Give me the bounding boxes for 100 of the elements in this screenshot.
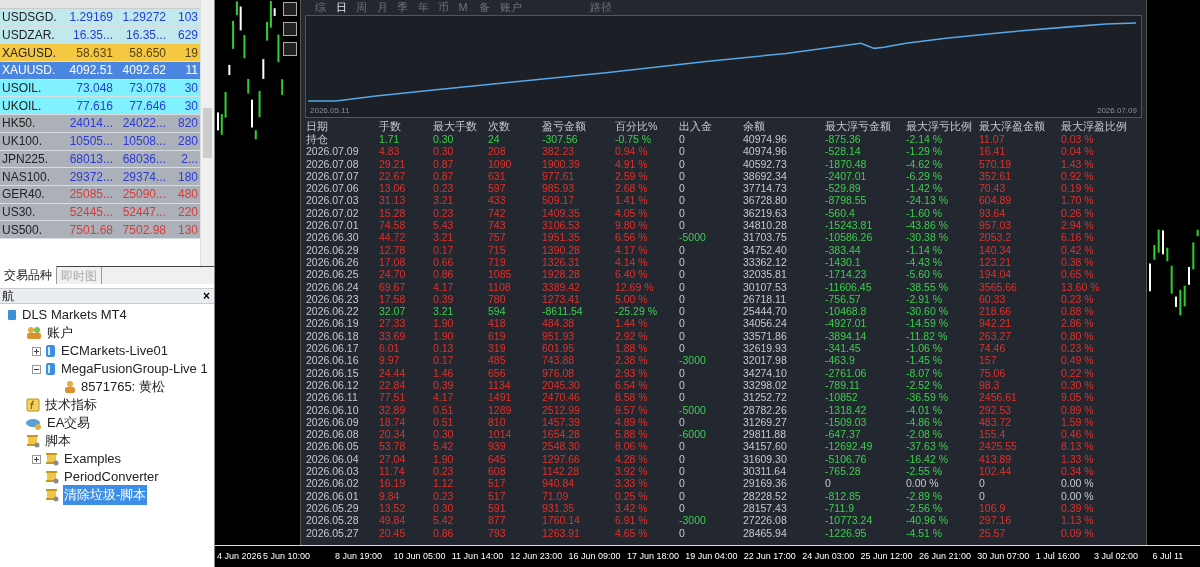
table-cell-text: 604.89 — [979, 194, 1013, 207]
ask-price: 7502.98 — [121, 221, 167, 239]
quote-row[interactable]: NAS100. 29372... 29374... 180 — [0, 168, 200, 186]
table-cell-text: 0.65 % — [1061, 268, 1095, 281]
table-cell-text: 0 — [679, 255, 686, 269]
table-cell-text: 0.23 — [433, 206, 455, 220]
table-cell-text: 1.70 % — [1061, 194, 1095, 207]
axis-label: 5 Jun 10:00 — [263, 549, 312, 563]
axis-label: 11 Jun 14:00 — [451, 549, 505, 563]
quote-row[interactable]: UKOIL. 77.616 77.646 30 — [0, 97, 200, 116]
users-icon — [26, 326, 42, 340]
table-cell-text: 2026.06.09 — [306, 415, 360, 429]
table-cell-text: 93.64 — [979, 206, 1007, 220]
table-cell-text: 0.00 % — [1061, 489, 1095, 502]
toolbar-icon[interactable] — [283, 22, 297, 36]
bid-price: 68013... — [68, 150, 114, 168]
tree-item[interactable]: EA交易 — [46, 413, 92, 433]
table-cell-text: 33362.12 — [743, 255, 788, 269]
table-cell-text: 1.44 % — [615, 317, 649, 330]
table-cell-text: 8.06 % — [615, 440, 649, 453]
bid-price: 24014... — [68, 115, 114, 133]
scroll-icon — [45, 470, 59, 484]
table-cell-text: 29.21 — [379, 157, 407, 170]
tree-item[interactable]: PeriodConverter — [63, 467, 160, 487]
bid-price: 29372... — [68, 168, 114, 186]
table-cell-text: -2.08 % — [906, 428, 944, 441]
table-cell-text: 1409.35 — [542, 206, 581, 220]
table-cell-text: 0.39 — [433, 378, 455, 392]
table-cell-text: 0 — [679, 194, 686, 207]
table-cell-text: -6.29 % — [906, 169, 944, 183]
symbol-name: USDSGD. — [1, 9, 58, 27]
table-cell-text: 483.72 — [979, 415, 1013, 429]
table-cell-text: 32035.81 — [743, 268, 788, 281]
tree-item[interactable]: 账户 — [46, 323, 74, 343]
table-cell-text: 28228.52 — [743, 489, 788, 502]
panel-tab[interactable]: 交易品种 — [0, 266, 57, 284]
tree-item[interactable]: 脚本 — [44, 431, 72, 451]
table-cell-text: 1951.35 — [542, 231, 581, 244]
table-cell-text: 0.92 % — [1061, 169, 1095, 183]
table-cell-text: 0.34 % — [1061, 465, 1095, 478]
spread-value: 820 — [176, 115, 199, 133]
table-cell-text: 810 — [488, 415, 507, 429]
ask-price: 16.35... — [124, 27, 167, 45]
table-cell-text: 656 — [488, 366, 507, 379]
table-cell-text: -4.01 % — [906, 403, 944, 416]
table-cell-text: 2026.05.27 — [306, 526, 360, 539]
table-cell-text: 0.94 % — [615, 145, 649, 158]
table-cell-text: 1263.91 — [542, 526, 581, 539]
table-cell-text: 0.03 % — [1061, 133, 1095, 146]
table-cell-text: 6.54 % — [615, 378, 649, 392]
table-cell-text: -1430.1 — [825, 255, 862, 269]
toolbar-icon[interactable] — [283, 2, 297, 16]
expand-toggle[interactable] — [32, 454, 41, 464]
tree-item[interactable]: MegaFusionGroup-Live 1 — [60, 359, 209, 379]
ask-price: 58.650 — [128, 44, 167, 62]
spread-value: 2... — [180, 150, 199, 168]
table-cell-text: -15243.81 — [825, 219, 874, 232]
table-cell-text: 2026.05.29 — [306, 501, 360, 515]
table-cell-text: -3000 — [679, 354, 707, 367]
table-cell-text: -3894.14 — [825, 329, 868, 343]
table-cell-text: 16.41 — [979, 145, 1007, 158]
quote-row[interactable]: XAGUSD. 58.631 58.650 19 — [0, 44, 200, 63]
axis-label: 16 Jun 09:00 — [568, 549, 622, 563]
close-button[interactable]: × — [201, 287, 212, 305]
tree-item[interactable]: DLS Markets MT4 — [21, 305, 128, 325]
table-cell-text: 208 — [488, 145, 507, 158]
table-cell-text: 1085 — [488, 268, 513, 281]
table-cell-text: 0 — [679, 526, 686, 539]
server-icon — [45, 344, 56, 358]
toolbar-icon[interactable] — [283, 42, 297, 56]
table-cell-text: 60.33 — [979, 292, 1007, 306]
table-cell-text: 5.42 — [433, 514, 455, 527]
table-cell-text: -10586.26 — [825, 231, 874, 244]
table-cell-text: 157 — [979, 354, 998, 367]
table-cell-text: 2045.30 — [542, 378, 581, 392]
table-cell-text: 25444.70 — [743, 305, 788, 318]
table-cell-text: 3.21 — [433, 305, 455, 318]
table-cell-text: 1108 — [488, 280, 512, 293]
quote-row[interactable]: US500. 7501.68 7502.98 130 — [0, 221, 200, 239]
table-cell-text: 13.52 — [379, 501, 407, 515]
quote-row[interactable]: HK50. 24014... 24022... 820 — [0, 115, 200, 133]
quote-row[interactable]: XAUUSD. 4092.51 4092.62 11 — [0, 62, 200, 80]
table-cell-text: 1457.39 — [542, 415, 581, 429]
scrollbar[interactable] — [200, 0, 214, 266]
column-header: 手数 — [379, 120, 402, 133]
tree-item[interactable]: Examples — [63, 449, 123, 469]
tree-item[interactable]: 8571765: 黄松 — [80, 377, 166, 397]
table-cell-text: 6.40 % — [615, 268, 649, 281]
tree-item[interactable]: 技术指标 — [44, 395, 98, 415]
quote-row[interactable]: USDSGD. 1.29169 1.29272 103 — [0, 9, 200, 27]
tree-item[interactable]: ECMarkets-Live01 — [60, 341, 169, 361]
expand-toggle[interactable] — [32, 346, 41, 356]
table-cell-text: -1714.23 — [825, 268, 868, 281]
table-cell-text: -25.29 % — [615, 305, 659, 318]
table-cell-text: -4.51 % — [906, 526, 944, 539]
collapse-toggle[interactable] — [32, 364, 41, 374]
report-tab[interactable]: 日 — [335, 0, 356, 16]
table-cell-text: 0 — [679, 157, 686, 170]
bid-price: 4092.51 — [68, 62, 114, 80]
table-cell-text: 32619.93 — [743, 342, 788, 355]
